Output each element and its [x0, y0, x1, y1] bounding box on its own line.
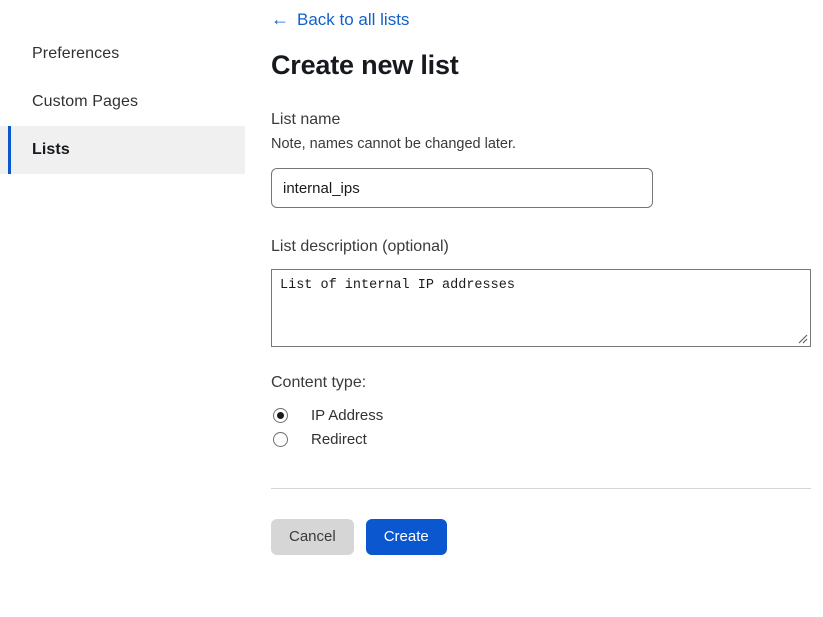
sidebar: Preferences Custom Pages Lists	[0, 0, 245, 617]
sidebar-item-custom-pages[interactable]: Custom Pages	[0, 78, 245, 126]
arrow-left-icon: ←	[271, 10, 289, 28]
content-type-label: Content type:	[271, 374, 823, 392]
page-title: Create new list	[271, 50, 823, 81]
main-content: ← Back to all lists Create new list List…	[271, 0, 823, 617]
back-to-all-lists-link[interactable]: ← Back to all lists	[271, 10, 409, 28]
cancel-button[interactable]: Cancel	[271, 519, 354, 555]
settings-page: Preferences Custom Pages Lists ← Back to…	[0, 0, 823, 617]
sidebar-item-preferences[interactable]: Preferences	[0, 30, 245, 78]
list-description-label: List description (optional)	[271, 236, 823, 258]
radio-option-redirect[interactable]: Redirect	[271, 428, 823, 452]
list-name-hint: Note, names cannot be changed later.	[271, 135, 823, 155]
sidebar-item-label: Lists	[32, 141, 70, 159]
radio-mark-icon	[273, 408, 288, 423]
list-name-input[interactable]	[271, 168, 653, 208]
form-actions: Cancel Create	[271, 519, 823, 555]
section-divider	[271, 488, 811, 489]
radio-option-label: IP Address	[311, 407, 383, 424]
sidebar-item-label: Custom Pages	[32, 93, 138, 111]
radio-mark-icon	[273, 432, 288, 447]
content-type-radio-group: IP Address Redirect	[271, 404, 823, 452]
list-name-label: List name	[271, 109, 823, 131]
radio-option-ip-address[interactable]: IP Address	[271, 404, 823, 428]
list-description-textarea[interactable]	[271, 269, 811, 347]
sidebar-item-label: Preferences	[32, 45, 119, 63]
sidebar-item-lists[interactable]: Lists	[0, 126, 245, 174]
list-description-field-group: List description (optional)	[271, 236, 823, 347]
radio-option-label: Redirect	[311, 431, 367, 448]
create-button[interactable]: Create	[366, 519, 447, 555]
back-link-label: Back to all lists	[297, 11, 409, 28]
list-name-field-group: List name Note, names cannot be changed …	[271, 109, 823, 208]
